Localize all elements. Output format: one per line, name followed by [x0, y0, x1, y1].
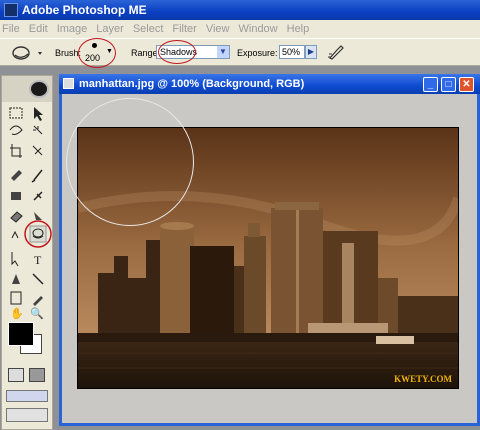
menu-help[interactable]: Help — [287, 23, 310, 35]
watermark-text: KWETY.COM — [394, 374, 452, 384]
menu-window[interactable]: Window — [239, 23, 278, 35]
app-title: Adobe Photoshop ME — [22, 3, 147, 17]
healing-brush-icon — [11, 170, 22, 181]
screen-mode-icon[interactable] — [6, 390, 48, 402]
close-icon[interactable]: ✕ — [459, 77, 474, 92]
menu-view[interactable]: View — [206, 23, 230, 35]
path-select-icon — [11, 252, 19, 267]
tool-grid: T — [9, 107, 52, 306]
menu-select[interactable]: Select — [133, 23, 164, 35]
notes-tool-icon — [10, 291, 22, 305]
menu-bar: File Edit Image Layer Select Filter View… — [0, 20, 480, 38]
menu-edit[interactable]: Edit — [29, 23, 48, 35]
history-brush-icon — [33, 191, 43, 201]
maximize-icon[interactable]: □ — [441, 77, 456, 92]
brush-cursor-circle — [66, 98, 194, 226]
jump-to-app-icon[interactable] — [6, 408, 48, 422]
quickmask-mode-icon[interactable] — [29, 368, 45, 382]
magic-wand-icon — [33, 125, 43, 135]
toolbox: T ✋ 🔍 — [1, 75, 53, 430]
airbrush-icon[interactable] — [327, 42, 345, 62]
marquee-tool-icon — [9, 107, 23, 119]
menu-filter[interactable]: Filter — [172, 23, 196, 35]
burn-tool-icon — [29, 225, 47, 243]
type-tool-icon: T — [34, 253, 42, 267]
lasso-tool-icon — [9, 125, 23, 135]
blur-tool-icon — [11, 230, 19, 239]
clone-stamp-icon — [11, 192, 21, 200]
crop-tool-icon — [10, 144, 22, 158]
photoshop-app: Adobe Photoshop ME File Edit Image Layer… — [0, 0, 480, 430]
zoom-icon[interactable]: 🔍 — [28, 305, 46, 323]
document-window: manhattan.jpg @ 100% (Background, RGB) _… — [59, 74, 480, 426]
foreground-color-swatch[interactable] — [8, 322, 34, 346]
paint-bucket-icon — [34, 212, 42, 220]
exposure-slider-button[interactable]: ▶ — [305, 45, 317, 59]
brush-highlight-ring — [78, 38, 116, 68]
exposure-label: Exposure: — [237, 48, 278, 58]
app-titlebar: Adobe Photoshop ME — [0, 0, 480, 20]
minimize-icon[interactable]: _ — [423, 77, 438, 92]
photoshop-logo-icon — [4, 3, 18, 17]
slice-tool-icon — [32, 145, 43, 156]
options-bar: Brush: 200 ▼ Range: Shadows ▼ Exposure: … — [0, 38, 480, 68]
chevron-down-icon[interactable]: ▼ — [217, 46, 229, 58]
standard-mode-icon[interactable] — [8, 368, 24, 382]
toolbox-header — [2, 76, 52, 102]
ps-eye-logo-icon — [29, 80, 49, 98]
eraser-tool-icon — [10, 211, 23, 223]
document-title: manhattan.jpg @ 100% (Background, RGB) — [79, 78, 305, 90]
exposure-input[interactable]: 50% — [279, 45, 305, 59]
burn-tool-preset-icon[interactable] — [6, 40, 46, 66]
pen-tool-icon — [12, 274, 20, 284]
range-highlight-ring — [158, 40, 196, 64]
brush-tool-icon — [31, 169, 43, 183]
line-tool-icon — [32, 273, 44, 285]
document-icon — [63, 78, 74, 89]
document-titlebar[interactable]: manhattan.jpg @ 100% (Background, RGB) _… — [59, 74, 480, 94]
menu-image[interactable]: Image — [57, 23, 88, 35]
hand-icon[interactable]: ✋ — [8, 305, 26, 323]
menu-file[interactable]: File — [2, 23, 20, 35]
move-tool-icon — [34, 107, 43, 121]
menu-layer[interactable]: Layer — [96, 23, 124, 35]
